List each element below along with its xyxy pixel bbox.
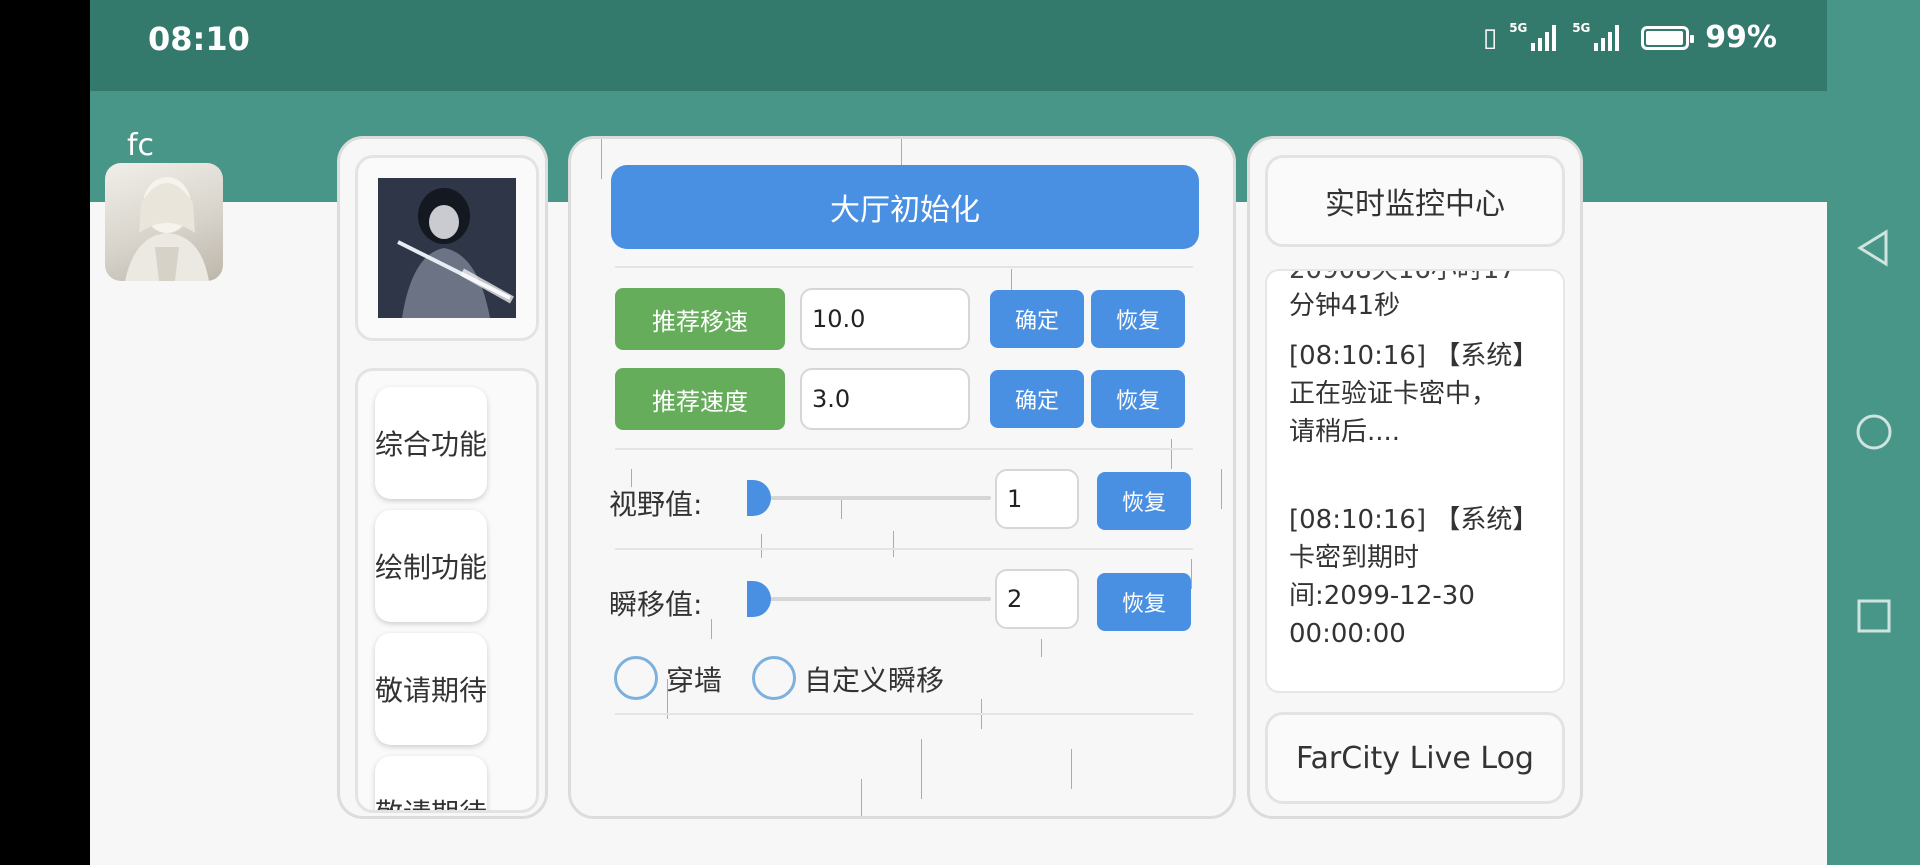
recents-button[interactable] <box>1827 596 1920 636</box>
move-speed-restore-button[interactable]: 恢复 <box>1091 290 1185 348</box>
profile-card <box>355 155 539 341</box>
log-line: 分钟41秒 <box>1289 291 1401 321</box>
menu-item-general[interactable]: 综合功能 <box>375 387 487 499</box>
status-time: 08:10 <box>148 20 250 58</box>
wallhack-label: 穿墙 <box>666 664 723 697</box>
status-bar: 08:10 ▯ 5G 5G 99% <box>90 0 1827 91</box>
fov-slider-track[interactable] <box>747 496 991 500</box>
home-icon <box>1856 414 1891 450</box>
log-line: 正在验证卡密中， <box>1289 379 1498 409</box>
fov-label: 视野值: <box>609 488 703 521</box>
move-speed-confirm-button[interactable]: 确定 <box>990 290 1084 348</box>
battery-percent: 99% <box>1705 20 1777 55</box>
rain-streak <box>601 139 602 179</box>
log-line: 请稍后.... <box>1289 417 1401 447</box>
navigation-bar <box>1827 0 1920 865</box>
recommend-speed-button[interactable]: 推荐速度 <box>615 368 785 430</box>
wallhack-radio[interactable] <box>614 656 658 700</box>
custom-teleport-label: 自定义瞬移 <box>804 664 945 697</box>
rain-streak <box>1221 469 1222 509</box>
main-panel: 大厅初始化 推荐移速 10.0 确定 恢复 推荐速度 3.0 确定 恢复 视野值… <box>568 136 1236 819</box>
rain-streak <box>761 534 762 558</box>
teleport-restore-button[interactable]: 恢复 <box>1097 573 1191 631</box>
back-button[interactable] <box>1827 228 1920 268</box>
signal-icon-1: 5G <box>1509 21 1557 51</box>
speed-input[interactable]: 3.0 <box>800 368 970 430</box>
swordsman-image <box>378 178 516 318</box>
network-type-2: 5G <box>1572 20 1591 35</box>
log-line: [08:10:16] 【系统】 <box>1289 341 1539 371</box>
home-button[interactable] <box>1827 412 1920 452</box>
teleport-slider-track[interactable] <box>747 597 991 601</box>
rain-streak <box>711 619 712 639</box>
profile-image <box>378 178 516 318</box>
fov-restore-button[interactable]: 恢复 <box>1097 472 1191 530</box>
rain-streak <box>893 531 894 557</box>
divider <box>615 448 1193 450</box>
menu-item-coming-soon-2[interactable]: 敬请期待 <box>375 756 487 810</box>
log-line: [08:10:16] 【系统】 <box>1289 505 1539 535</box>
rain-streak <box>861 779 862 816</box>
divider <box>615 713 1193 715</box>
rain-streak <box>1041 639 1042 657</box>
app-screen: 08:10 ▯ 5G 5G 99% fc 综合功能 绘制功能 敬请期待 大厅初始… <box>90 0 1827 865</box>
rain-streak <box>1071 749 1072 789</box>
menu-card: 综合功能 绘制功能 敬请期待 敬请期待 <box>355 368 539 813</box>
log-footer-label: FarCity Live Log <box>1296 740 1534 776</box>
recommend-move-speed-button[interactable]: 推荐移速 <box>615 288 785 350</box>
move-speed-input[interactable]: 10.0 <box>800 288 970 350</box>
menu-item-drawing[interactable]: 绘制功能 <box>375 510 487 622</box>
divider <box>615 266 1193 268</box>
rain-streak <box>1191 559 1192 589</box>
battery-icon <box>1641 25 1695 50</box>
log-line: 卡密到期时 <box>1289 543 1420 573</box>
rain-streak <box>921 739 922 799</box>
monitor-title-card: 实时监控中心 <box>1265 155 1565 247</box>
floating-label: fc <box>127 128 155 163</box>
vibrate-icon: ▯ <box>1482 22 1498 53</box>
status-icons: ▯ 5G 5G 99% <box>1483 20 1777 55</box>
monitor-panel: 实时监控中心 20908天16小时17 分钟41秒[08:10:16] 【系统】… <box>1247 136 1583 819</box>
log-card[interactable]: 20908天16小时17 分钟41秒[08:10:16] 【系统】正在验证卡密中… <box>1265 269 1565 693</box>
network-type-1: 5G <box>1509 20 1528 35</box>
anime-avatar-image <box>125 177 209 281</box>
log-line: 00:00:00 <box>1289 619 1406 649</box>
signal-icon-2: 5G <box>1572 21 1620 51</box>
rain-streak <box>901 139 902 167</box>
monitor-title: 实时监控中心 <box>1325 187 1505 222</box>
menu-item-coming-soon[interactable]: 敬请期待 <box>375 633 487 745</box>
left-panel: 综合功能 绘制功能 敬请期待 敬请期待 <box>337 136 548 819</box>
fov-value-input[interactable]: 1 <box>995 469 1079 529</box>
teleport-label: 瞬移值: <box>609 588 703 621</box>
log-footer-card[interactable]: FarCity Live Log <box>1265 712 1565 804</box>
recents-icon <box>1857 599 1890 633</box>
back-icon <box>1856 229 1887 267</box>
speed-restore-button[interactable]: 恢复 <box>1091 370 1185 428</box>
log-content: 分钟41秒 [08:10:16] 【系统】 正在验证卡密中， 请稍后.... [08:… <box>1289 287 1559 653</box>
log-line: 间:2099-12-30 <box>1289 581 1475 611</box>
rain-streak <box>841 499 842 519</box>
teleport-value-input[interactable]: 2 <box>995 569 1079 629</box>
custom-teleport-radio[interactable] <box>752 656 796 700</box>
divider <box>615 548 1193 550</box>
rain-streak <box>1171 439 1172 469</box>
floating-avatar[interactable] <box>105 163 223 281</box>
speed-confirm-button[interactable]: 确定 <box>990 370 1084 428</box>
lobby-init-button[interactable]: 大厅初始化 <box>611 165 1199 249</box>
